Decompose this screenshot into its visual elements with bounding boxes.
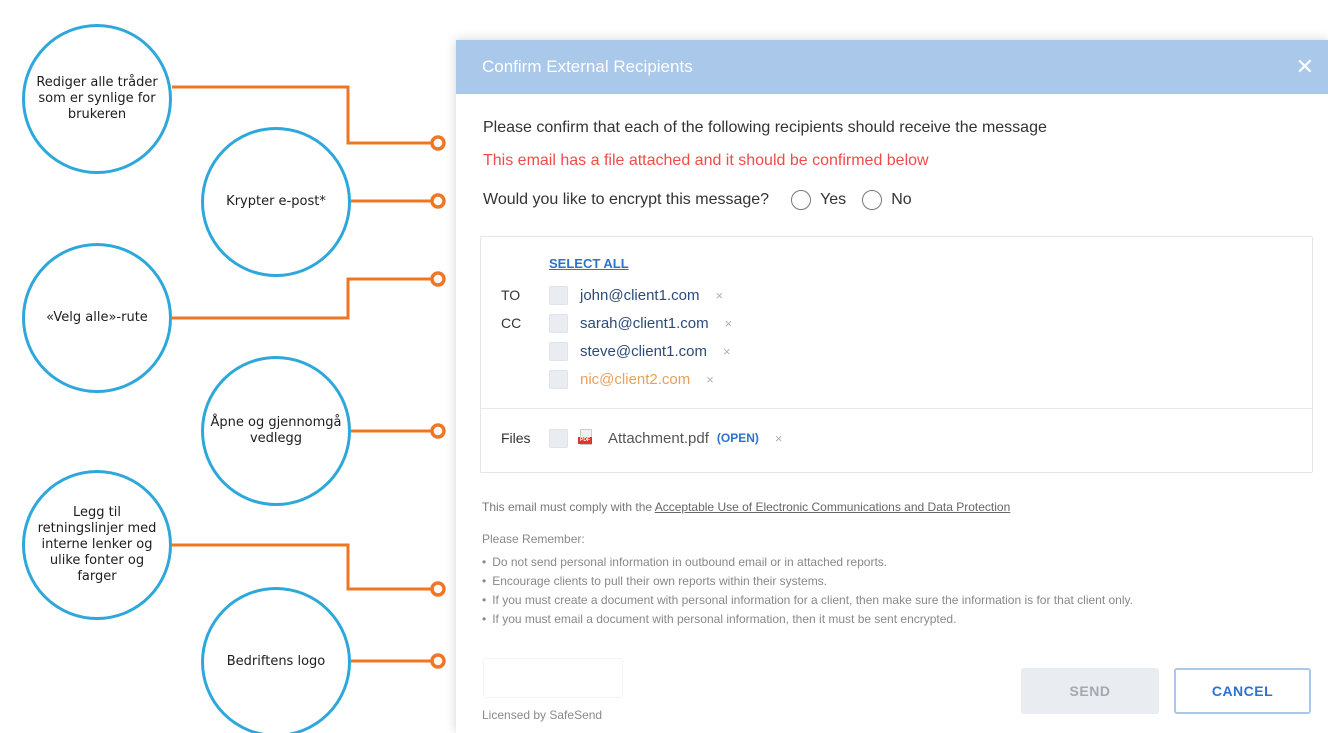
recipient-row: TO john@client1.com × — [481, 284, 723, 306]
connector-dot-policy — [430, 581, 446, 597]
recipient-checkbox[interactable] — [549, 313, 568, 333]
remove-file-icon[interactable]: × — [775, 431, 783, 446]
recipients-box: SELECT ALL TO john@client1.com × CC sara… — [480, 236, 1313, 473]
connector-dot-encrypt — [430, 193, 446, 209]
remove-recipient-icon[interactable]: × — [725, 316, 733, 331]
annotation-logo: Bedriftens logo — [201, 587, 351, 733]
recipient-checkbox[interactable] — [549, 369, 568, 389]
remember-title: Please Remember: — [482, 532, 585, 546]
recipient-row: steve@client1.com × — [481, 340, 731, 362]
annotation-select-all: «Velg alle»-rute — [22, 243, 172, 393]
policy-prefix: This email must comply with the — [482, 500, 655, 514]
recipient-checkbox[interactable] — [549, 341, 568, 361]
confirm-text: Please confirm that each of the followin… — [483, 119, 1047, 136]
recipient-type: CC — [501, 315, 522, 331]
annotation-encrypt: Krypter e-post* — [201, 127, 351, 277]
files-divider — [481, 408, 1312, 409]
remember-list: Do not send personal information in outb… — [482, 553, 1133, 629]
recipient-row: CC sarah@client1.com × — [481, 312, 732, 334]
select-all-link[interactable]: SELECT ALL — [549, 256, 629, 271]
company-logo-placeholder — [483, 658, 623, 698]
dialog-title: Confirm External Recipients — [482, 57, 693, 76]
connector-dot-logo — [430, 653, 446, 669]
encrypt-yes-label[interactable]: Yes — [820, 191, 846, 209]
connector-dot-select-all — [430, 271, 446, 287]
confirm-recipients-dialog: Confirm External Recipients ✕ Please con… — [456, 40, 1328, 733]
list-item: If you must email a document with person… — [482, 610, 1133, 629]
licensed-text: Licensed by SafeSend — [482, 708, 603, 722]
annotation-edit-text: Rediger alle tråder som er synlige for b… — [22, 24, 172, 174]
remove-recipient-icon[interactable]: × — [706, 372, 714, 387]
recipient-email-external: nic@client2.com — [580, 370, 691, 388]
close-icon[interactable]: ✕ — [1296, 56, 1314, 78]
cancel-button[interactable]: CANCEL — [1174, 668, 1311, 714]
policy-text: This email must comply with the Acceptab… — [482, 500, 1010, 514]
list-item: If you must create a document with perso… — [482, 591, 1133, 610]
send-button[interactable]: SEND — [1021, 668, 1159, 714]
files-row: Files PDF Attachment.pdf (OPEN) × — [481, 426, 783, 450]
connector-policy — [172, 543, 435, 591]
list-item: Encourage clients to pull their own repo… — [482, 572, 1133, 591]
recipient-checkbox[interactable] — [549, 285, 568, 305]
file-name: Attachment.pdf — [608, 429, 709, 447]
encrypt-yes-radio[interactable] — [791, 190, 812, 210]
file-checkbox[interactable] — [549, 428, 568, 448]
recipient-type: TO — [501, 287, 521, 303]
recipient-email: sarah@client1.com — [580, 314, 709, 332]
annotation-attachment: Åpne og gjennomgå vedlegg — [201, 356, 351, 506]
recipient-email: john@client1.com — [580, 286, 700, 304]
open-attachment-link[interactable]: (OPEN) — [717, 431, 759, 445]
remove-recipient-icon[interactable]: × — [715, 288, 723, 303]
connector-dot-edit-text — [430, 135, 446, 151]
remove-recipient-icon[interactable]: × — [723, 344, 731, 359]
policy-link[interactable]: Acceptable Use of Electronic Communicati… — [655, 500, 1011, 514]
encrypt-question-row: Would you like to encrypt this message? … — [483, 190, 912, 210]
encrypt-no-label[interactable]: No — [891, 191, 911, 209]
encrypt-no-radio[interactable] — [862, 190, 883, 210]
dialog-header: Confirm External Recipients ✕ — [456, 40, 1328, 94]
recipient-email: steve@client1.com — [580, 342, 707, 360]
files-label: Files — [501, 430, 531, 446]
recipient-row: nic@client2.com × — [481, 368, 714, 390]
encrypt-question: Would you like to encrypt this message? — [483, 191, 770, 208]
connector-select-all — [172, 277, 435, 320]
attachment-warning: This email has a file attached and it sh… — [483, 152, 929, 169]
list-item: Do not send personal information in outb… — [482, 553, 1133, 572]
connector-dot-attachment — [430, 423, 446, 439]
pdf-icon: PDF — [578, 429, 594, 447]
annotation-policy: Legg til retningslinjer med interne lenk… — [22, 470, 172, 620]
